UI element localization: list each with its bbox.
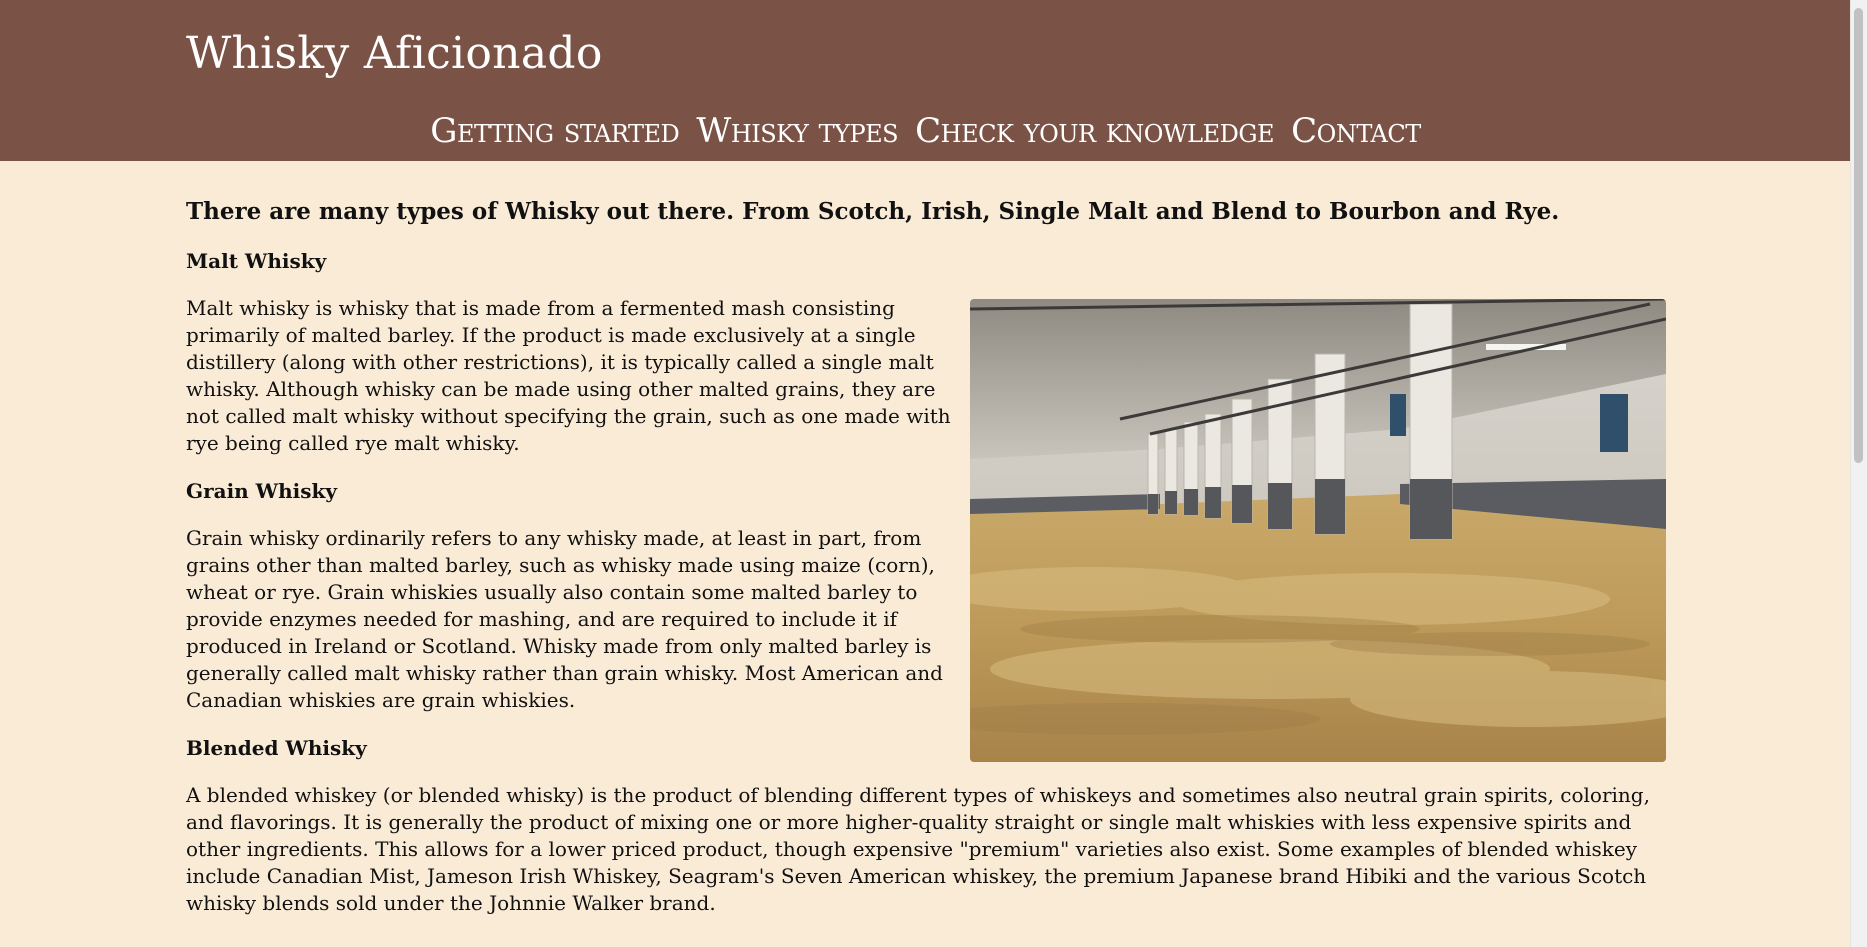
nav-whisky-types[interactable]: Whisky types bbox=[696, 111, 898, 151]
page: Whisky Aficionado Getting started Whisky… bbox=[0, 0, 1867, 947]
section-heading-malt: Malt Whisky bbox=[186, 248, 327, 273]
section-text-blended: A blended whiskey (or blended whisky) is… bbox=[186, 782, 1650, 915]
nav-check-knowledge[interactable]: Check your knowledge bbox=[915, 111, 1274, 151]
intro-text: There are many types of Whisky out there… bbox=[186, 198, 1560, 225]
malting-floor-photo bbox=[970, 298, 1666, 762]
main-content: There are many types of Whisky out there… bbox=[186, 161, 1666, 917]
nav-getting-started[interactable]: Getting started bbox=[430, 111, 680, 151]
site-header: Whisky Aficionado Getting started Whisky… bbox=[0, 0, 1851, 161]
vertical-scrollbar[interactable] bbox=[1850, 0, 1867, 947]
scrollbar-thumb[interactable] bbox=[1854, 8, 1863, 463]
site-title[interactable]: Whisky Aficionado bbox=[186, 28, 603, 79]
main-nav: Getting started Whisky types Check your … bbox=[0, 111, 1851, 151]
nav-contact[interactable]: Contact bbox=[1291, 111, 1421, 151]
